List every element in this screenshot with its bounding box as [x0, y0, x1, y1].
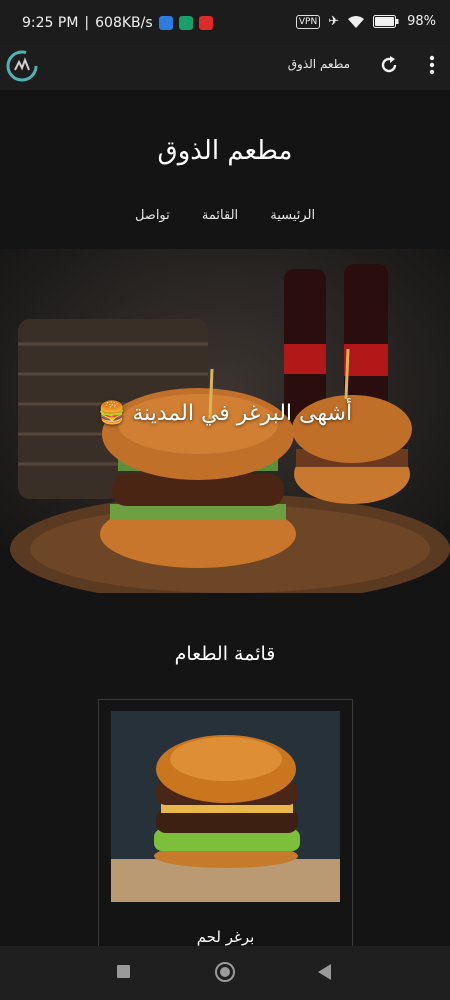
status-separator: |: [84, 15, 90, 31]
hero-headline: 🍔 أشهى البرغر في المدينة: [97, 401, 353, 426]
site-title: مطعم الذوق: [157, 136, 293, 166]
airplane-icon: ✈: [328, 14, 340, 29]
back-icon[interactable]: [318, 964, 331, 980]
youtube-icon: [198, 16, 213, 30]
wifi-icon: [348, 15, 365, 28]
web-content: مطعم الذوق الرئيسية القائمة تواصل 🍔 أشهى…: [0, 90, 450, 946]
app-bar: مطعم الذوق: [0, 46, 450, 90]
more-options-icon[interactable]: [428, 54, 436, 76]
system-nav-bar: [0, 946, 450, 1000]
battery-percent: 98%: [407, 14, 436, 29]
burger-photo: [111, 711, 340, 902]
reload-icon[interactable]: [378, 54, 400, 76]
nav-link-menu[interactable]: القائمة: [202, 208, 238, 223]
nav-link-home[interactable]: الرئيسية: [270, 208, 315, 223]
menu-item-image: [111, 711, 340, 902]
status-right: VPN ✈ 98%: [295, 14, 436, 29]
site-nav: الرئيسية القائمة تواصل: [0, 208, 450, 223]
menu-item-name: برغر لحم: [196, 928, 255, 946]
hero-banner: 🍔 أشهى البرغر في المدينة: [0, 249, 450, 593]
status-speed: 608KB/s: [95, 15, 153, 31]
shield-icon: [178, 16, 193, 30]
key-icon: [158, 16, 173, 30]
status-left: 9:25 PM | 608KB/s: [22, 15, 213, 31]
status-time: 9:25 PM: [22, 15, 79, 31]
app-logo-icon[interactable]: [4, 48, 40, 84]
home-icon[interactable]: [215, 962, 235, 982]
status-bar: 9:25 PM | 608KB/s VPN ✈ 98%: [0, 0, 450, 46]
nav-link-contact[interactable]: تواصل: [135, 208, 170, 223]
menu-card[interactable]: برغر لحم: [98, 699, 353, 946]
app-title: مطعم الذوق: [287, 57, 350, 71]
menu-section-title: قائمة الطعام: [174, 643, 276, 665]
battery-icon: [373, 15, 399, 28]
vpn-badge: VPN: [295, 14, 321, 29]
recent-apps-icon[interactable]: [117, 965, 130, 978]
